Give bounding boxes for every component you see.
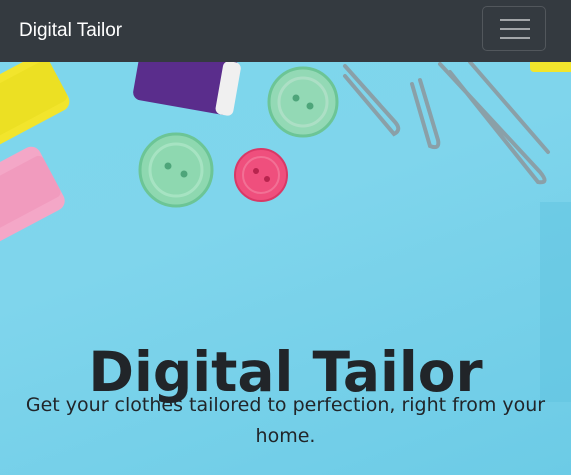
top-navbar: Digital Tailor xyxy=(0,0,571,62)
pink-thread-spool-icon xyxy=(0,146,65,249)
navbar-brand[interactable]: Digital Tailor xyxy=(19,18,122,44)
hero-subtitle: Get your clothes tailored to perfection,… xyxy=(25,394,546,447)
yellow-thread-spool-icon xyxy=(0,62,70,147)
purple-thread-spool-icon xyxy=(133,62,241,116)
green-button-icon xyxy=(138,132,214,208)
pink-button-icon xyxy=(234,148,288,202)
hero-section: Digital Tailor Get your clothes tailored… xyxy=(0,62,571,475)
safety-pin-icon xyxy=(343,62,550,185)
navbar-toggler-button[interactable] xyxy=(482,6,546,51)
green-button-icon xyxy=(267,66,339,138)
